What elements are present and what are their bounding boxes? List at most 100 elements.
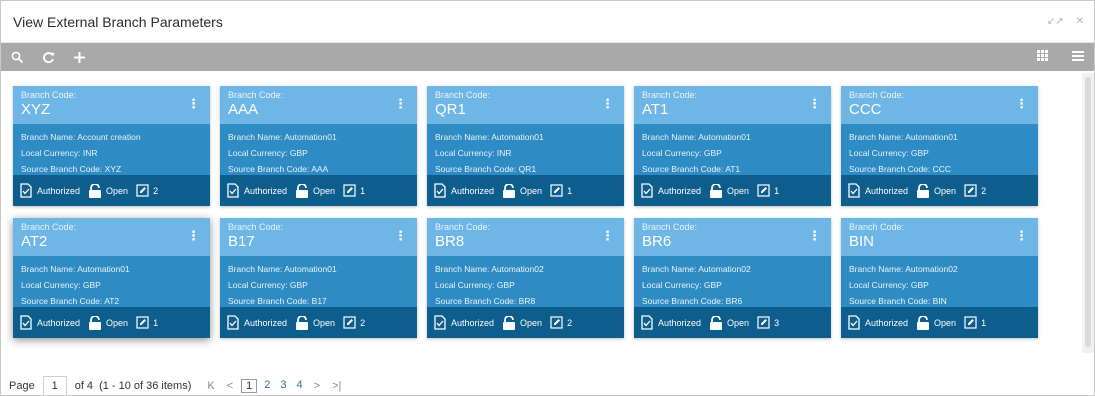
authorized-icon [20, 183, 32, 198]
branch-name-label: Branch Name: [435, 264, 490, 274]
branch-card[interactable]: Branch Code: BIN ⋮ Branch Name: Automati… [841, 218, 1038, 338]
branch-name-label: Branch Name: [21, 132, 76, 142]
add-button[interactable] [73, 51, 86, 64]
modification-count-value: 2 [567, 317, 573, 328]
local-currency-value: GBP [910, 280, 929, 290]
search-button[interactable] [11, 51, 24, 64]
source-branch-label: Source Branch Code: [849, 296, 931, 306]
list-view-button[interactable] [1072, 48, 1084, 66]
local-currency-value: GBP [910, 148, 929, 158]
branch-card[interactable]: Branch Code: QR1 ⋮ Branch Name: Automati… [427, 86, 624, 206]
page-link-2[interactable]: 2 [264, 379, 270, 393]
card-menu-icon[interactable]: ⋮ [1015, 96, 1028, 112]
source-branch-label: Source Branch Code: [228, 296, 310, 306]
branch-card[interactable]: Branch Code: XYZ ⋮ Branch Name: Account … [13, 86, 210, 206]
modification-count-value: 2 [153, 185, 159, 196]
first-page-button[interactable]: K [207, 380, 214, 392]
last-page-button[interactable]: >| [332, 380, 341, 392]
branch-card[interactable]: Branch Code: AAA ⋮ Branch Name: Automati… [220, 86, 417, 206]
card-menu-icon[interactable]: ⋮ [1015, 228, 1028, 244]
search-icon [11, 51, 24, 63]
branch-card[interactable]: Branch Code: B17 ⋮ Branch Name: Automati… [220, 218, 417, 338]
branch-name-line: Branch Name: Automation02 [849, 261, 1030, 277]
card-menu-icon[interactable]: ⋮ [394, 96, 407, 112]
branch-code-value: AAA [228, 101, 259, 118]
branch-card[interactable]: Branch Code: AT1 ⋮ Branch Name: Automati… [634, 86, 831, 206]
unlock-icon [710, 183, 723, 198]
unlock-icon [89, 315, 102, 330]
branch-name-label: Branch Name: [228, 264, 283, 274]
minimize-icon[interactable]: ↙↗ [1047, 16, 1064, 27]
local-currency-value: GBP [82, 280, 101, 290]
branch-card[interactable]: Branch Code: CCC ⋮ Branch Name: Automati… [841, 86, 1038, 206]
scrollbar-thumb[interactable] [1085, 77, 1091, 347]
modification-count: 2 [964, 184, 986, 197]
local-currency-line: Local Currency: INR [435, 145, 616, 161]
card-menu-icon[interactable]: ⋮ [187, 96, 200, 112]
source-branch-value: AAA [311, 164, 329, 174]
branch-code-value: AT1 [642, 101, 669, 118]
unlock-icon [89, 183, 102, 198]
page-link-3[interactable]: 3 [280, 379, 286, 393]
branch-name-label: Branch Name: [228, 132, 283, 142]
prev-page-button[interactable]: < [227, 380, 233, 392]
card-body: Branch Name: Automation01 Local Currency… [220, 124, 417, 175]
next-page-button[interactable]: > [314, 380, 320, 392]
source-branch-value: AT1 [725, 164, 741, 174]
grid-view-button[interactable] [1037, 48, 1048, 66]
branch-name-value: Automation02 [698, 264, 751, 274]
page-count-label: of 4 [74, 380, 94, 392]
modification-count: 1 [550, 184, 572, 197]
local-currency-label: Local Currency: [642, 280, 702, 290]
branch-code-value: XYZ [21, 101, 51, 118]
modification-count: 1 [757, 184, 779, 197]
authorized-icon [434, 315, 446, 330]
branch-name-label: Branch Name: [642, 264, 697, 274]
card-header: Branch Code: BR8 ⋮ [427, 218, 624, 256]
edit-icon [550, 316, 563, 329]
refresh-button[interactable] [42, 51, 55, 64]
source-branch-value: CCC [932, 164, 952, 174]
card-menu-icon[interactable]: ⋮ [394, 228, 407, 244]
card-header: Branch Code: AT2 ⋮ [13, 218, 210, 256]
branch-card[interactable]: Branch Code: AT2 ⋮ Branch Name: Automati… [13, 218, 210, 338]
page-link-4[interactable]: 4 [297, 379, 303, 393]
card-menu-icon[interactable]: ⋮ [808, 96, 821, 112]
local-currency-label: Local Currency: [228, 280, 288, 290]
edit-icon [757, 316, 770, 329]
authorized-status: Authorized [19, 183, 80, 198]
card-menu-icon[interactable]: ⋮ [187, 228, 200, 244]
branch-card[interactable]: Branch Code: BR8 ⋮ Branch Name: Automati… [427, 218, 624, 338]
open-status: Open [709, 315, 749, 330]
modification-count-value: 2 [360, 317, 366, 328]
branch-name-value: Automation01 [284, 264, 337, 274]
authorized-label: Authorized [244, 317, 288, 328]
card-menu-icon[interactable]: ⋮ [601, 96, 614, 112]
modification-count-value: 1 [153, 317, 159, 328]
page-links: 1234 [239, 379, 308, 393]
authorized-label: Authorized [451, 185, 495, 196]
modification-count-value: 1 [360, 185, 366, 196]
local-currency-label: Local Currency: [228, 148, 288, 158]
branch-code-value: BR6 [642, 233, 672, 250]
open-status: Open [295, 183, 335, 198]
card-footer: Authorized Open 3 [634, 307, 831, 338]
branch-name-value: Automation01 [284, 132, 337, 142]
card-menu-icon[interactable]: ⋮ [601, 228, 614, 244]
authorized-status: Authorized [433, 183, 494, 198]
card-header: Branch Code: BR6 ⋮ [634, 218, 831, 256]
local-currency-line: Local Currency: GBP [849, 145, 1030, 161]
local-currency-line: Local Currency: GBP [228, 145, 409, 161]
edit-icon [964, 316, 977, 329]
page-number-input[interactable]: 1 [42, 376, 67, 396]
branch-card[interactable]: Branch Code: BR6 ⋮ Branch Name: Automati… [634, 218, 831, 338]
vertical-scrollbar[interactable] [1082, 73, 1094, 353]
edit-icon [343, 184, 356, 197]
close-icon[interactable]: ✕ [1076, 16, 1084, 27]
card-header: Branch Code: B17 ⋮ [220, 218, 417, 256]
edit-icon [343, 316, 356, 329]
local-currency-line: Local Currency: GBP [21, 277, 202, 293]
card-body: Branch Name: Automation01 Local Currency… [220, 256, 417, 307]
page-link-1[interactable]: 1 [241, 379, 258, 393]
card-menu-icon[interactable]: ⋮ [808, 228, 821, 244]
